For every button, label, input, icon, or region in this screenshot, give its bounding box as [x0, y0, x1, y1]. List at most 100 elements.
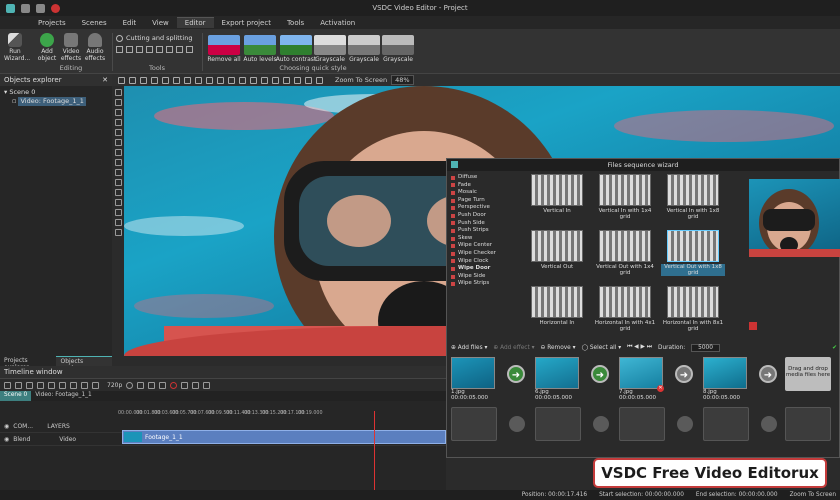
tree-item-video[interactable]: ▫ Video: Footage_1_1	[4, 97, 108, 106]
empty-slot[interactable]	[535, 407, 581, 441]
snap-icon[interactable]	[70, 381, 77, 389]
file-card[interactable]: 8.jpg 00:00:05.000	[703, 357, 749, 401]
blend-mode-select[interactable]: Blend	[13, 436, 59, 443]
layer-icon[interactable]	[228, 76, 235, 84]
subtitle-icon[interactable]	[114, 169, 122, 176]
video-clip[interactable]: Footage_1_1	[122, 430, 446, 444]
menu-projects[interactable]: Projects	[30, 18, 74, 28]
layer-icon[interactable]	[316, 76, 323, 84]
tree-item-scene[interactable]: ▾ Scene 0	[4, 88, 108, 97]
video-effects-button[interactable]: Video effects	[60, 33, 82, 62]
record-icon[interactable]	[170, 381, 178, 389]
sprite-icon[interactable]	[114, 219, 122, 226]
rotate-icon[interactable]	[173, 76, 180, 84]
add-track-icon[interactable]	[4, 381, 11, 389]
remove-track-icon[interactable]	[15, 381, 22, 389]
layer-icon[interactable]	[261, 76, 268, 84]
stop-icon[interactable]	[749, 322, 757, 330]
align-icon[interactable]	[140, 76, 147, 84]
empty-slot[interactable]	[619, 407, 665, 441]
stop-icon[interactable]	[137, 381, 145, 389]
style-thumb-grayscale[interactable]	[314, 35, 346, 55]
hand-icon[interactable]	[114, 99, 122, 106]
transition-arrow-icon[interactable]: ➜	[507, 365, 525, 383]
layer-icon[interactable]	[239, 76, 246, 84]
next-icon[interactable]	[159, 381, 167, 389]
tab-video-footage[interactable]: Video: Footage_1_1	[31, 391, 96, 401]
transition-item[interactable]: Diffuse	[451, 174, 511, 182]
nav-icons[interactable]: ⏮ ◀ ▶ ⏭	[627, 344, 652, 351]
add-files-button[interactable]: ⊕ Add files ▾	[451, 345, 487, 351]
file-card[interactable]: 6.jpg 00:00:05.000	[535, 357, 581, 401]
undo-icon[interactable]	[36, 3, 45, 13]
zoom-out-icon[interactable]	[37, 381, 44, 389]
check-icon[interactable]: ✔	[832, 345, 837, 351]
tool-icon[interactable]	[126, 46, 133, 53]
playhead[interactable]	[374, 411, 375, 490]
layer-icon[interactable]	[272, 76, 279, 84]
zoom-to-screen-button[interactable]: Zoom To Screen	[335, 76, 387, 84]
transition-item[interactable]: Skew	[451, 235, 511, 243]
video-icon[interactable]	[114, 199, 122, 206]
transition-item[interactable]: Wipe Center	[451, 242, 511, 250]
menu-export-project[interactable]: Export project	[214, 18, 279, 28]
text-icon[interactable]	[114, 159, 122, 166]
layer-icon[interactable]	[250, 76, 257, 84]
transition-item[interactable]: Wipe Strips	[451, 280, 511, 288]
menu-edit[interactable]: Edit	[115, 18, 145, 28]
marker-icon[interactable]	[81, 381, 88, 389]
transition-item[interactable]: Wipe Checker	[451, 250, 511, 258]
tool-icon[interactable]	[136, 46, 143, 53]
menu-activation[interactable]: Activation	[312, 18, 363, 28]
tool-icon[interactable]	[146, 46, 153, 53]
line-icon[interactable]	[114, 129, 122, 136]
tool-icon[interactable]	[156, 46, 163, 53]
tab-projects-explorer[interactable]: Projects explorer	[0, 356, 56, 371]
transition-thumbnail[interactable]: Horizontal In with 4x1 grid	[593, 286, 657, 332]
menu-view[interactable]: View	[144, 18, 177, 28]
ellipse-icon[interactable]	[114, 149, 122, 156]
redo-icon[interactable]	[59, 381, 66, 389]
audio-wave-icon[interactable]	[92, 381, 99, 389]
style-thumb-remove-all[interactable]	[208, 35, 240, 55]
select-tool-icon[interactable]	[118, 76, 125, 84]
audio-effects-button[interactable]: Audio effects	[84, 33, 106, 62]
layer-icon[interactable]	[294, 76, 301, 84]
chart-icon[interactable]	[114, 209, 122, 216]
transition-thumbnail[interactable]: Horizontal In with 8x1 grid	[661, 286, 725, 332]
quality-select[interactable]: 720p	[107, 382, 122, 389]
transition-thumbnail[interactable]: Vertical In	[525, 174, 589, 214]
duration-input[interactable]: 5000	[691, 343, 720, 352]
split-icon[interactable]	[192, 381, 200, 389]
style-thumb-auto-contrast[interactable]	[280, 35, 312, 55]
image-icon[interactable]	[114, 179, 122, 186]
rotate-icon[interactable]	[184, 76, 191, 84]
run-wizard-button[interactable]: Run Wizard...	[4, 33, 30, 62]
style-thumb-auto-levels[interactable]	[244, 35, 276, 55]
remove-button[interactable]: ⊖ Remove ▾	[541, 345, 576, 351]
transition-item[interactable]: Mosaic	[451, 189, 511, 197]
layer-icon[interactable]	[217, 76, 224, 84]
menu-tools[interactable]: Tools	[279, 18, 312, 28]
layer-icon[interactable]	[305, 76, 312, 84]
play-icon[interactable]	[126, 381, 134, 389]
tab-scene-0[interactable]: Scene 0	[0, 391, 32, 401]
empty-slot[interactable]	[451, 407, 497, 441]
eye-icon[interactable]: ◉	[4, 436, 9, 443]
empty-slot[interactable]	[785, 407, 831, 441]
transition-item[interactable]: Perspective	[451, 204, 511, 212]
transition-item[interactable]: Push Strips	[451, 227, 511, 235]
zoom-icon[interactable]	[114, 109, 122, 116]
transition-arrow-icon[interactable]: ➜	[759, 365, 777, 383]
transition-arrow-icon[interactable]: ➜	[675, 365, 693, 383]
transition-item[interactable]: Push Side	[451, 220, 511, 228]
style-thumb-grayscale[interactable]	[348, 35, 380, 55]
transition-thumbnail-selected[interactable]: Vertical Out with 1x8 grid	[661, 230, 725, 276]
effects-icon[interactable]	[114, 229, 122, 236]
transition-thumbnail[interactable]: Vertical In with 1x8 grid	[661, 174, 725, 220]
file-card[interactable]: 1.jpg 00:00:05.000	[451, 357, 497, 401]
transition-item[interactable]: Wipe Clock	[451, 258, 511, 266]
transition-thumbnail[interactable]: Vertical Out	[525, 230, 589, 270]
menu-editor[interactable]: Editor	[176, 17, 214, 28]
audio-icon[interactable]	[114, 189, 122, 196]
